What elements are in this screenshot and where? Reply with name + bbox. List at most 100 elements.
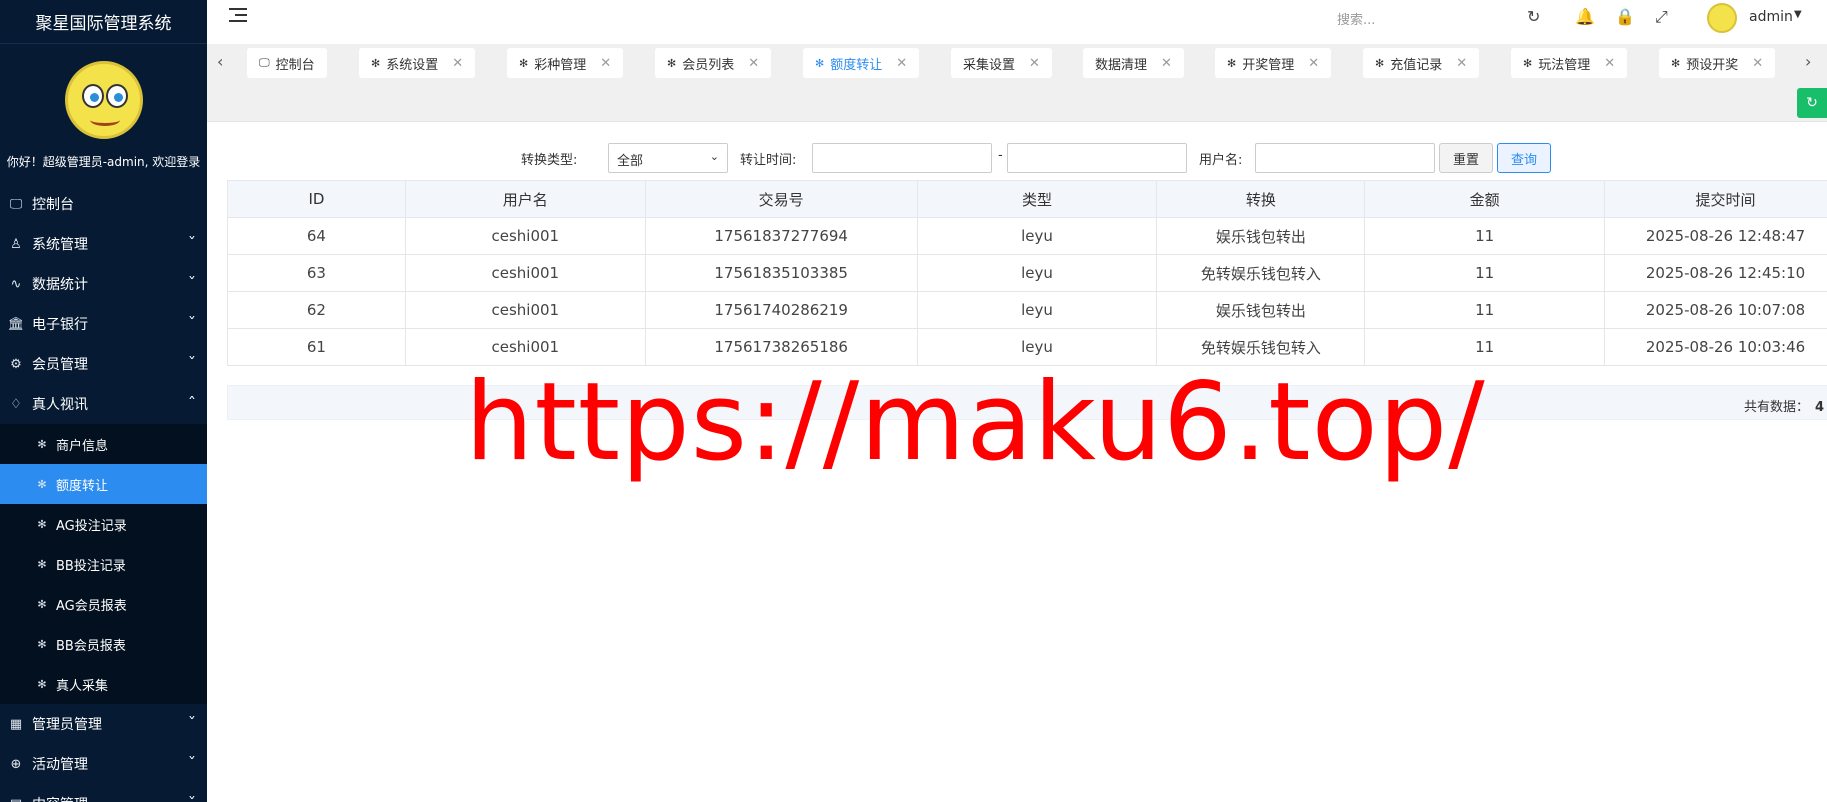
close-icon[interactable]: ✕ [1308,56,1319,71]
col-username: 用户名 [404,180,646,218]
collapse-menu-icon[interactable] [229,8,247,24]
palm-icon: ✻ [37,517,47,531]
refresh-icon: ↻ [1806,95,1818,111]
sidebar-item-dashboard[interactable]: 🖵 控制台 [0,184,207,224]
table-row: 62 ceshi001 17561740286219 leyu 娱乐钱包转出 1… [227,291,1827,329]
chevron-down-icon: ˅ [187,795,197,802]
start-date-input[interactable] [812,143,992,173]
palm-icon: ✻ [37,637,47,651]
tab-recharge-records[interactable]: ✻ 充值记录 ✕ [1363,48,1480,78]
tab-quota-transfer[interactable]: ✻ 额度转让 ✕ [803,48,920,78]
submenu-item-merchant[interactable]: ✻ 商户信息 [0,424,207,464]
submenu-item-label: BB投注记录 [56,558,126,574]
sidebar-item-label: 会员管理 [32,357,88,373]
sidebar-item-live[interactable]: ♢ 真人视讯 ˄ [0,384,207,424]
username-input[interactable] [1255,143,1435,173]
chevron-down-icon: ˅ [187,355,197,369]
sidebar-item-admins[interactable]: ▦ 管理员管理 ˅ [0,704,207,744]
submenu-item-label: 真人采集 [56,678,109,694]
avatar[interactable] [64,61,143,139]
reset-button[interactable]: 重置 [1439,143,1493,173]
fullscreen-icon[interactable]: ⤢ [1655,7,1668,27]
cell-type: leyu [916,254,1158,292]
submenu-item-label: 商户信息 [56,438,109,454]
palm-icon: ✻ [667,56,677,70]
cell-username: ceshi001 [404,254,646,292]
close-icon[interactable]: ✕ [748,56,759,71]
cell-trade-no: 17561740286219 [644,291,918,329]
cell-submit-time: 2025-08-26 10:07:08 [1604,291,1827,329]
toolbar-strip: ↻ [207,82,1827,122]
user-icon: ♙ [10,236,22,252]
cell-submit-time: 2025-08-26 12:45:10 [1604,254,1827,292]
search-input[interactable]: 搜索... [1337,9,1375,28]
refresh-button[interactable]: ↻ [1797,88,1827,118]
close-icon[interactable]: ✕ [1752,56,1763,71]
tab-draw-management[interactable]: ✻ 开奖管理 ✕ [1215,48,1332,78]
close-icon[interactable]: ✕ [600,56,611,71]
submenu-item-bb-report[interactable]: ✻ BB会员报表 [0,624,207,664]
app-title: 聚星国际管理系统 [0,0,207,44]
refresh-icon[interactable]: ↻ [1527,7,1540,26]
close-icon[interactable]: ✕ [452,56,463,71]
cell-amount: 11 [1364,217,1606,255]
cell-username: ceshi001 [404,217,646,255]
username[interactable]: admin [1749,9,1793,25]
close-icon[interactable]: ✕ [1456,56,1467,71]
tab-lottery-types[interactable]: ✻ 彩种管理 ✕ [507,48,624,78]
end-date-input[interactable] [1007,143,1187,173]
chevron-up-icon: ˄ [187,395,197,409]
tab-collect-settings[interactable]: 采集设置 ✕ [951,48,1052,78]
user-avatar[interactable] [1707,3,1737,33]
tab-scroll-left-icon[interactable]: ‹ [217,52,223,71]
sidebar-item-stats[interactable]: ∿ 数据统计 ˅ [0,264,207,304]
submenu-item-transfer[interactable]: ✻ 额度转让 [0,464,207,504]
close-icon[interactable]: ✕ [1029,56,1040,71]
palm-icon: ✻ [37,557,47,571]
submenu-item-bb-bets[interactable]: ✻ BB投注记录 [0,544,207,584]
sidebar-item-content[interactable]: ▤ 内容管理 ˅ [0,784,207,802]
sidebar-item-system[interactable]: ♙ 系统管理 ˅ [0,224,207,264]
submenu-item-ag-report[interactable]: ✻ AG会员报表 [0,584,207,624]
sidebar-item-ebank[interactable]: 🏛 电子银行 ˅ [0,304,207,344]
palm-icon: ✻ [1227,56,1237,70]
cell-trade-no: 17561837277694 [644,217,918,255]
sidebar: 聚星国际管理系统 你好！超级管理员-admin, 欢迎登录 🖵 控制台 ♙ 系统… [0,0,207,802]
filter-form: 转换类型: 全部 ⌄ 转让时间: - 用户名: 重置 查询 [207,140,1827,176]
chevron-down-icon: ˅ [187,315,197,329]
cell-submit-time: 2025-08-26 10:03:46 [1604,328,1827,366]
cell-id: 61 [227,328,406,366]
sidebar-item-activities[interactable]: ⊕ 活动管理 ˅ [0,744,207,784]
type-label: 转换类型: [521,153,578,168]
close-icon[interactable]: ✕ [1604,56,1615,71]
table-row: 63 ceshi001 17561835103385 leyu 免转娱乐钱包转入… [227,254,1827,292]
cell-conversion: 免转娱乐钱包转入 [1156,254,1366,292]
bell-icon[interactable]: 🔔 [1575,7,1595,26]
type-select[interactable]: 全部 ⌄ [608,143,728,173]
sidebar-item-label: 内容管理 [32,794,88,802]
submenu-item-label: AG会员报表 [56,598,127,614]
tab-scroll-right-icon[interactable]: › [1805,52,1811,71]
close-icon[interactable]: ✕ [896,56,907,71]
submenu-item-live-collect[interactable]: ✻ 真人采集 [0,664,207,704]
submenu-item-ag-bets[interactable]: ✻ AG投注记录 [0,504,207,544]
submenu-live: ✻ 商户信息 ✻ 额度转让 ✻ AG投注记录 ✻ BB投注记录 ✻ AG会员报表… [0,424,207,704]
chevron-down-icon: ⌄ [709,150,719,163]
col-type: 类型 [916,180,1158,218]
tab-member-list[interactable]: ✻ 会员列表 ✕ [655,48,772,78]
transfer-table: ID 用户名 交易号 类型 转换 金额 提交时间 64 ceshi001 175… [227,180,1827,366]
lock-icon[interactable]: 🔒 [1615,7,1635,26]
tab-data-cleanup[interactable]: 数据清理 ✕ [1083,48,1184,78]
tab-dashboard[interactable]: 🖵 控制台 [247,48,327,78]
caret-down-icon[interactable]: ▼ [1794,9,1802,20]
query-button[interactable]: 查询 [1497,143,1551,173]
total-count: 共有数据： 4 [1743,400,1824,415]
submenu-item-label: 额度转让 [56,478,109,494]
sidebar-item-members[interactable]: ⚙ 会员管理 ˅ [0,344,207,384]
bank-icon: 🏛 [7,316,25,332]
close-icon[interactable]: ✕ [1161,56,1172,71]
tab-system-settings[interactable]: ✻ 系统设置 ✕ [359,48,476,78]
tab-play-rules[interactable]: ✻ 玩法管理 ✕ [1511,48,1628,78]
tab-preset-draw[interactable]: ✻ 预设开奖 ✕ [1659,48,1776,78]
cell-amount: 11 [1364,291,1606,329]
